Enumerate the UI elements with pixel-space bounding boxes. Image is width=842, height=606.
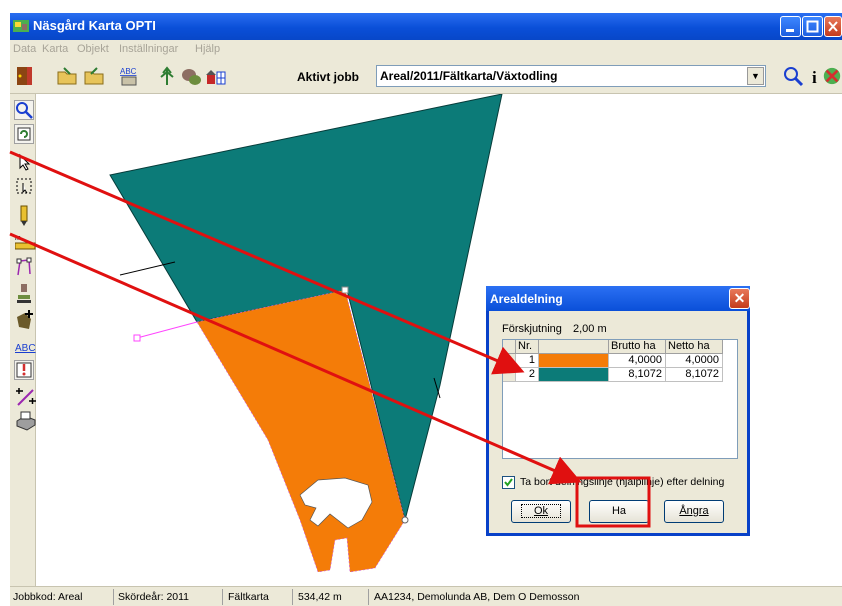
offset-label: Förskjutning — [502, 323, 562, 335]
grid-header-indicator — [503, 340, 516, 354]
window-title: Näsgård Karta OPTI — [33, 18, 156, 33]
minimize-button[interactable] — [780, 16, 801, 37]
split-tool-icon[interactable] — [14, 384, 36, 406]
row-brutto[interactable]: 8,1072 — [609, 368, 666, 382]
close-window-button[interactable] — [824, 16, 842, 37]
crop-icon[interactable] — [156, 65, 178, 87]
active-job-label: Aktivt jobb — [297, 70, 359, 84]
active-job-value: Areal/2011/Fältkarta/Växtodling — [380, 69, 558, 83]
undo-button[interactable]: Ångra — [664, 500, 724, 523]
remove-line-checkbox[interactable] — [502, 476, 515, 489]
print-icon[interactable] — [14, 410, 36, 431]
status-separator — [113, 589, 114, 605]
pen-icon[interactable] — [14, 204, 34, 226]
row-color-swatch — [539, 354, 608, 367]
field-vertex — [401, 516, 409, 524]
row-selector[interactable] — [503, 368, 516, 382]
status-customer: AA1234, Demolunda AB, Dem O Demosson — [374, 591, 580, 603]
search-icon[interactable] — [782, 65, 804, 87]
svg-text:m: m — [15, 235, 21, 242]
left-toolbar: m ABC — [10, 94, 36, 586]
ok-button-label: Ok — [520, 504, 562, 518]
title-bar: Näsgård Karta OPTI — [10, 13, 842, 40]
menu-hjalp[interactable]: Hjälp — [195, 43, 220, 55]
ok-button[interactable]: Ok — [511, 500, 571, 523]
status-harvest-year: Skördeår: 2011 — [118, 591, 190, 603]
ruler-icon[interactable]: m — [14, 232, 36, 252]
status-separator — [292, 589, 293, 605]
undo-button-label: Ångra — [679, 505, 709, 517]
refresh-icon[interactable] — [14, 124, 34, 144]
split-vertex-handle — [341, 286, 349, 294]
row-color[interactable] — [539, 354, 609, 368]
ha-button-label: Ha — [611, 505, 627, 517]
dialog-close-button[interactable]: ✕ — [729, 288, 750, 309]
text-abc-icon[interactable]: ABC — [14, 338, 36, 358]
menu-installningar[interactable]: Inställningar — [119, 43, 178, 55]
menu-data[interactable]: Data — [13, 43, 36, 55]
row-netto[interactable]: 8,1072 — [666, 368, 723, 382]
row-nr[interactable]: 1 — [516, 354, 539, 368]
remove-line-label: Ta bort delningslinje (hjälplinje) efter… — [520, 476, 725, 488]
abc-tool-label: ABC — [15, 343, 36, 354]
grid-header-color — [539, 340, 609, 354]
row-brutto[interactable]: 4,0000 — [609, 354, 666, 368]
active-job-select[interactable]: Areal/2011/Fältkarta/Växtodling ▼ — [376, 65, 766, 87]
status-bar: Jobbkod: Areal Skördeår: 2011 Fältkarta … — [10, 586, 842, 606]
status-separator — [368, 589, 369, 605]
close-icon: ✕ — [733, 290, 746, 306]
svg-text:i: i — [812, 68, 817, 87]
farm-buildings-icon[interactable] — [205, 65, 227, 87]
split-helper-line — [136, 321, 198, 339]
split-grid[interactable]: Nr. Brutto ha Netto ha 1 4,0000 4,0000 2… — [502, 339, 738, 459]
remove-line-option[interactable]: Ta bort delningslinje (hjälplinje) efter… — [502, 476, 742, 490]
split-helper-handle — [133, 334, 141, 342]
grid-header-nr: Nr. — [516, 340, 539, 354]
grid-header-brutto: Brutto ha — [609, 340, 666, 354]
exit-door-icon[interactable] — [14, 65, 36, 87]
marker-icon[interactable] — [14, 360, 34, 380]
current-row-arrow-icon — [506, 357, 511, 364]
row-color-swatch — [539, 368, 608, 381]
status-job-code: Jobbkod: Areal — [13, 591, 83, 603]
menu-objekt[interactable]: Objekt — [77, 43, 109, 55]
app-icon — [13, 20, 29, 32]
menu-karta[interactable]: Karta — [42, 43, 68, 55]
dialog-title: Arealdelning ✕ — [486, 286, 750, 311]
row-selector[interactable] — [503, 354, 516, 368]
status-measure: 534,42 m — [298, 591, 342, 603]
dialog-title-text: Arealdelning — [490, 292, 563, 306]
save-folder-icon[interactable] — [83, 65, 105, 87]
menu-bar: Data Karta Objekt Inställningar Hjälp — [10, 40, 842, 58]
checkmark-icon — [504, 478, 513, 487]
pointer-icon[interactable] — [14, 152, 34, 172]
area-split-dialog: Arealdelning ✕ Förskjutning 2,00 m Nr. B… — [486, 286, 750, 536]
main-toolbar: ABC Aktivt jobb Areal/2011/Fältkarta/Väx… — [10, 58, 842, 94]
grid-header-netto: Netto ha — [666, 340, 723, 354]
row-nr[interactable]: 2 — [516, 368, 539, 382]
status-separator — [222, 589, 223, 605]
text-settings-icon[interactable]: ABC — [119, 65, 141, 87]
status-map-type: Fältkarta — [228, 591, 269, 603]
open-folder-icon[interactable] — [56, 65, 78, 87]
soil-sample-icon[interactable] — [180, 65, 202, 87]
offset-value: 2,00 m — [573, 323, 607, 335]
row-netto[interactable]: 4,0000 — [666, 354, 723, 368]
ha-button[interactable]: Ha — [589, 500, 649, 523]
stamp-icon[interactable] — [14, 282, 34, 303]
add-field-icon[interactable] — [14, 308, 34, 329]
delete-cross-icon[interactable] — [822, 65, 842, 87]
minimize-icon — [786, 29, 794, 32]
select-area-icon[interactable] — [14, 176, 34, 196]
dropdown-arrow-icon[interactable]: ▼ — [747, 67, 764, 85]
zoom-icon[interactable] — [14, 100, 34, 120]
polyline-icon[interactable] — [14, 256, 34, 276]
maximize-button[interactable] — [802, 16, 823, 37]
maximize-icon — [806, 20, 819, 33]
row-color[interactable] — [539, 368, 609, 382]
close-icon — [828, 21, 838, 32]
svg-text:ABC: ABC — [120, 67, 137, 76]
